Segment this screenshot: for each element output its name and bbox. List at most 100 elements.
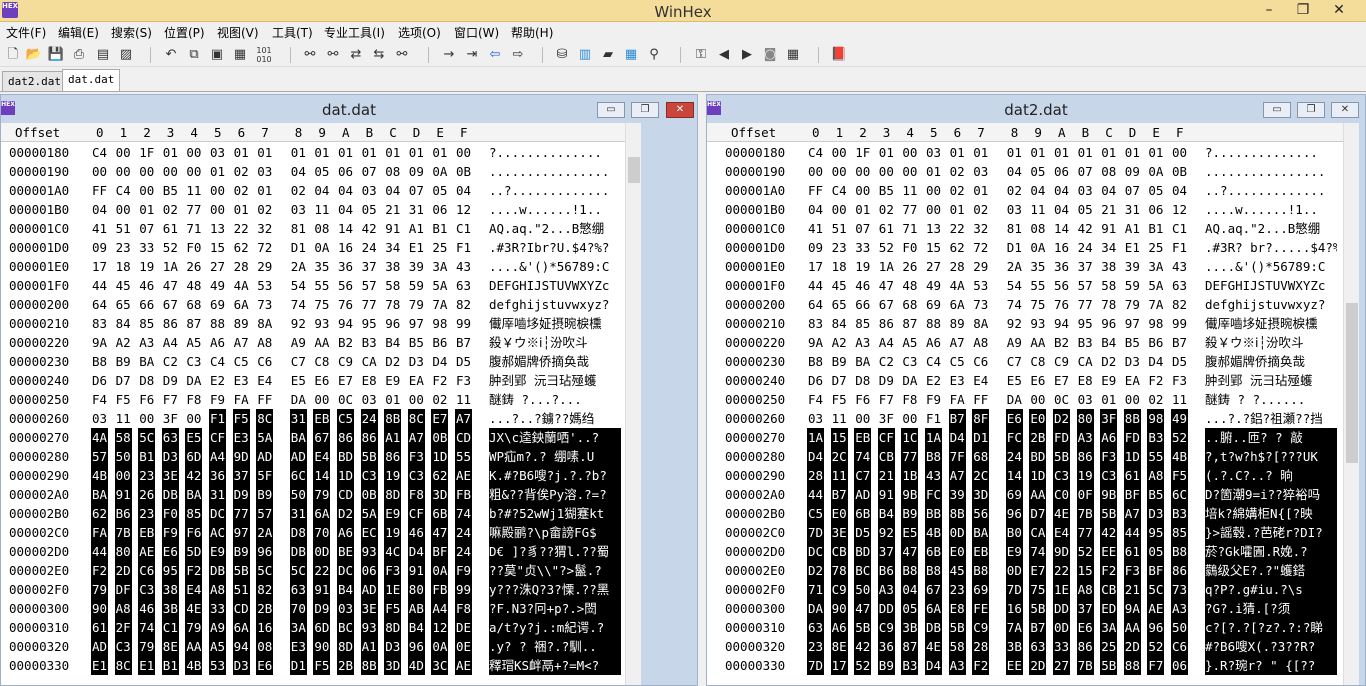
hex-byte[interactable]: 5B (360, 447, 378, 466)
hex-byte[interactable]: C8 (313, 352, 330, 371)
hex-byte[interactable]: 95 (161, 561, 179, 580)
hex-byte[interactable]: E9 (1005, 542, 1023, 561)
hex-byte[interactable]: D2 (337, 504, 355, 523)
table-row[interactable]: 000002B0 C5 E0 6B B4 B9 BB 8B 56 96 D7 4E 7B 5B A7 D3 B3… (707, 504, 1347, 523)
hex-byte[interactable]: EE (1100, 542, 1118, 561)
hex-byte[interactable]: 01 (233, 143, 250, 162)
hex-byte[interactable]: A4 (162, 333, 179, 352)
hex-byte[interactable]: B9 (232, 542, 250, 561)
hex-byte[interactable]: C4 (831, 181, 848, 200)
hex-byte[interactable]: 5C (1147, 580, 1165, 599)
hex-byte[interactable]: CA (1077, 352, 1094, 371)
hex-byte[interactable]: 37 (361, 257, 378, 276)
hex-byte[interactable]: B7 (1029, 618, 1047, 637)
hex-byte[interactable]: 01 (209, 162, 226, 181)
hex-byte[interactable]: 8A (972, 314, 989, 333)
hex-byte[interactable]: 00 (901, 143, 918, 162)
hex-byte[interactable]: 87 (185, 314, 202, 333)
text-column[interactable]: ?F.N3?冋+p?.>閚 (489, 599, 621, 618)
hex-byte[interactable]: 23 (115, 238, 132, 257)
hex-byte[interactable]: 6C (1171, 485, 1189, 504)
hex-byte[interactable]: C6 (1171, 637, 1189, 656)
hex-byte[interactable]: 02 (949, 181, 966, 200)
hex-byte[interactable]: 69 (972, 580, 990, 599)
hex-byte[interactable]: 7D (807, 523, 825, 542)
hex-byte[interactable]: 29 (972, 257, 989, 276)
table-row[interactable]: 000001C0 41 51 07 61 71 13 22 32 81 08 14 42 91 A1 B1 C1… (1, 219, 641, 238)
hex-byte[interactable]: 32 (972, 219, 989, 238)
hex-byte[interactable]: E8 (361, 371, 378, 390)
hex-byte[interactable]: E7 (337, 371, 354, 390)
forward-icon[interactable]: ⇨ (509, 46, 527, 64)
hex-byte[interactable]: 00 (1124, 390, 1141, 409)
hex-byte[interactable]: D4 (948, 428, 966, 447)
hex-byte[interactable]: 90 (313, 637, 331, 656)
hex-byte[interactable]: 6B (925, 542, 943, 561)
hex-byte[interactable]: 6A (232, 618, 250, 637)
right-vertical-scrollbar[interactable] (1343, 123, 1359, 685)
hex-byte[interactable]: 5D (185, 542, 203, 561)
camera-icon[interactable]: ◙ (761, 46, 779, 64)
table-row[interactable]: 000002A0 BA 91 26 DB BA 31 D9 B9 50 79 CD 0B 8D F8 3D FB… (1, 485, 641, 504)
hex-byte[interactable]: 85 (138, 314, 155, 333)
hex-byte[interactable]: D4 (925, 656, 943, 675)
hex-byte[interactable]: 19 (384, 466, 402, 485)
hex-byte[interactable]: F3 (1100, 447, 1118, 466)
table-row[interactable]: 000001B0 04 00 01 02 77 00 01 02 03 11 04 05 21 31 06 12… (707, 200, 1347, 219)
text-column[interactable]: 儎厗嚙垑姃摂晼棙櫄 (489, 314, 621, 333)
hex-byte[interactable]: 7B (114, 523, 132, 542)
hex-byte[interactable]: 23 (831, 238, 848, 257)
text-column[interactable]: 殺￥ウ※ⅰ┆汾吹斗 (1205, 333, 1337, 352)
hex-byte[interactable]: 61 (1123, 542, 1141, 561)
table-row[interactable]: 00000300 DA 90 47 DD 05 6A E8 FE 16 5B DD 37 ED 9A AE A3… (707, 599, 1347, 618)
hex-byte[interactable]: A3 (854, 333, 871, 352)
hex-byte[interactable]: 47 (901, 542, 919, 561)
table-row[interactable]: 000002D0 44 80 AE E6 5D E9 B9 96 DB 0D BE 93 4C D4 BF 24… (1, 542, 641, 561)
hex-byte[interactable]: 04 (337, 181, 354, 200)
hex-byte[interactable]: 46 (854, 276, 871, 295)
hex-byte[interactable]: 96 (1147, 618, 1165, 637)
hex-byte[interactable]: C9 (972, 618, 990, 637)
hex-byte[interactable]: 6C (289, 466, 307, 485)
hex-byte[interactable]: 86 (337, 428, 355, 447)
hex-byte[interactable]: F2 (91, 561, 109, 580)
hex-byte[interactable]: DA (185, 371, 202, 390)
hex-byte[interactable]: 63 (455, 276, 472, 295)
hex-byte[interactable]: 01 (925, 162, 942, 181)
hex-byte[interactable]: 04 (1171, 181, 1188, 200)
table-row[interactable]: 000001E0 17 18 19 1A 26 27 28 29 2A 35 36 37 38 39 3A 43… (707, 257, 1347, 276)
hex-byte[interactable]: 06 (1147, 200, 1164, 219)
hex-byte[interactable]: F0 (185, 238, 202, 257)
hex-byte[interactable]: 22 (233, 219, 250, 238)
hex-byte[interactable]: B5 (1147, 485, 1165, 504)
hex-byte[interactable]: 02 (162, 200, 179, 219)
hex-byte[interactable]: 28 (949, 257, 966, 276)
hex-byte[interactable]: 01 (972, 181, 989, 200)
hex-byte[interactable]: E4 (256, 371, 273, 390)
hex-byte[interactable]: 5A (431, 276, 448, 295)
open-file-icon[interactable]: 📂 (25, 46, 43, 64)
hex-byte[interactable]: 46 (138, 599, 156, 618)
hex-byte[interactable]: 01 (1100, 390, 1117, 409)
hex-byte[interactable]: 26 (138, 485, 156, 504)
hex-byte[interactable]: 3A (431, 257, 448, 276)
hex-byte[interactable]: 70 (313, 523, 331, 542)
hex-byte[interactable]: 4E (925, 637, 943, 656)
text-column[interactable]: }.R?琬r? " {[?? (1205, 656, 1337, 675)
table-row[interactable]: 00000180 C4 00 1F 01 00 03 01 01 01 01 01 01 01 01 01 00… (1, 143, 641, 162)
text-column[interactable]: c?[?.?[?z?.?:?睇 (1205, 618, 1337, 637)
hex-byte[interactable]: 15 (1076, 561, 1094, 580)
hex-byte[interactable]: F9 (455, 561, 473, 580)
hex-byte[interactable]: 79 (313, 485, 331, 504)
table-row[interactable]: 000001B0 04 00 01 02 77 00 01 02 03 11 04 05 21 31 06 12… (1, 200, 641, 219)
minimize-button[interactable]: – (1252, 0, 1286, 21)
hex-byte[interactable]: 1E (384, 580, 402, 599)
hex-byte[interactable]: 24 (1005, 447, 1023, 466)
hex-byte[interactable]: 9D (1053, 542, 1071, 561)
hex-byte[interactable]: A3 (948, 656, 966, 675)
hex-byte[interactable]: EB (138, 523, 156, 542)
hex-byte[interactable]: D8 (289, 523, 307, 542)
hex-byte[interactable]: A8 (1147, 466, 1165, 485)
hex-byte[interactable]: 92 (1006, 314, 1023, 333)
hex-byte[interactable]: E1 (91, 656, 109, 675)
